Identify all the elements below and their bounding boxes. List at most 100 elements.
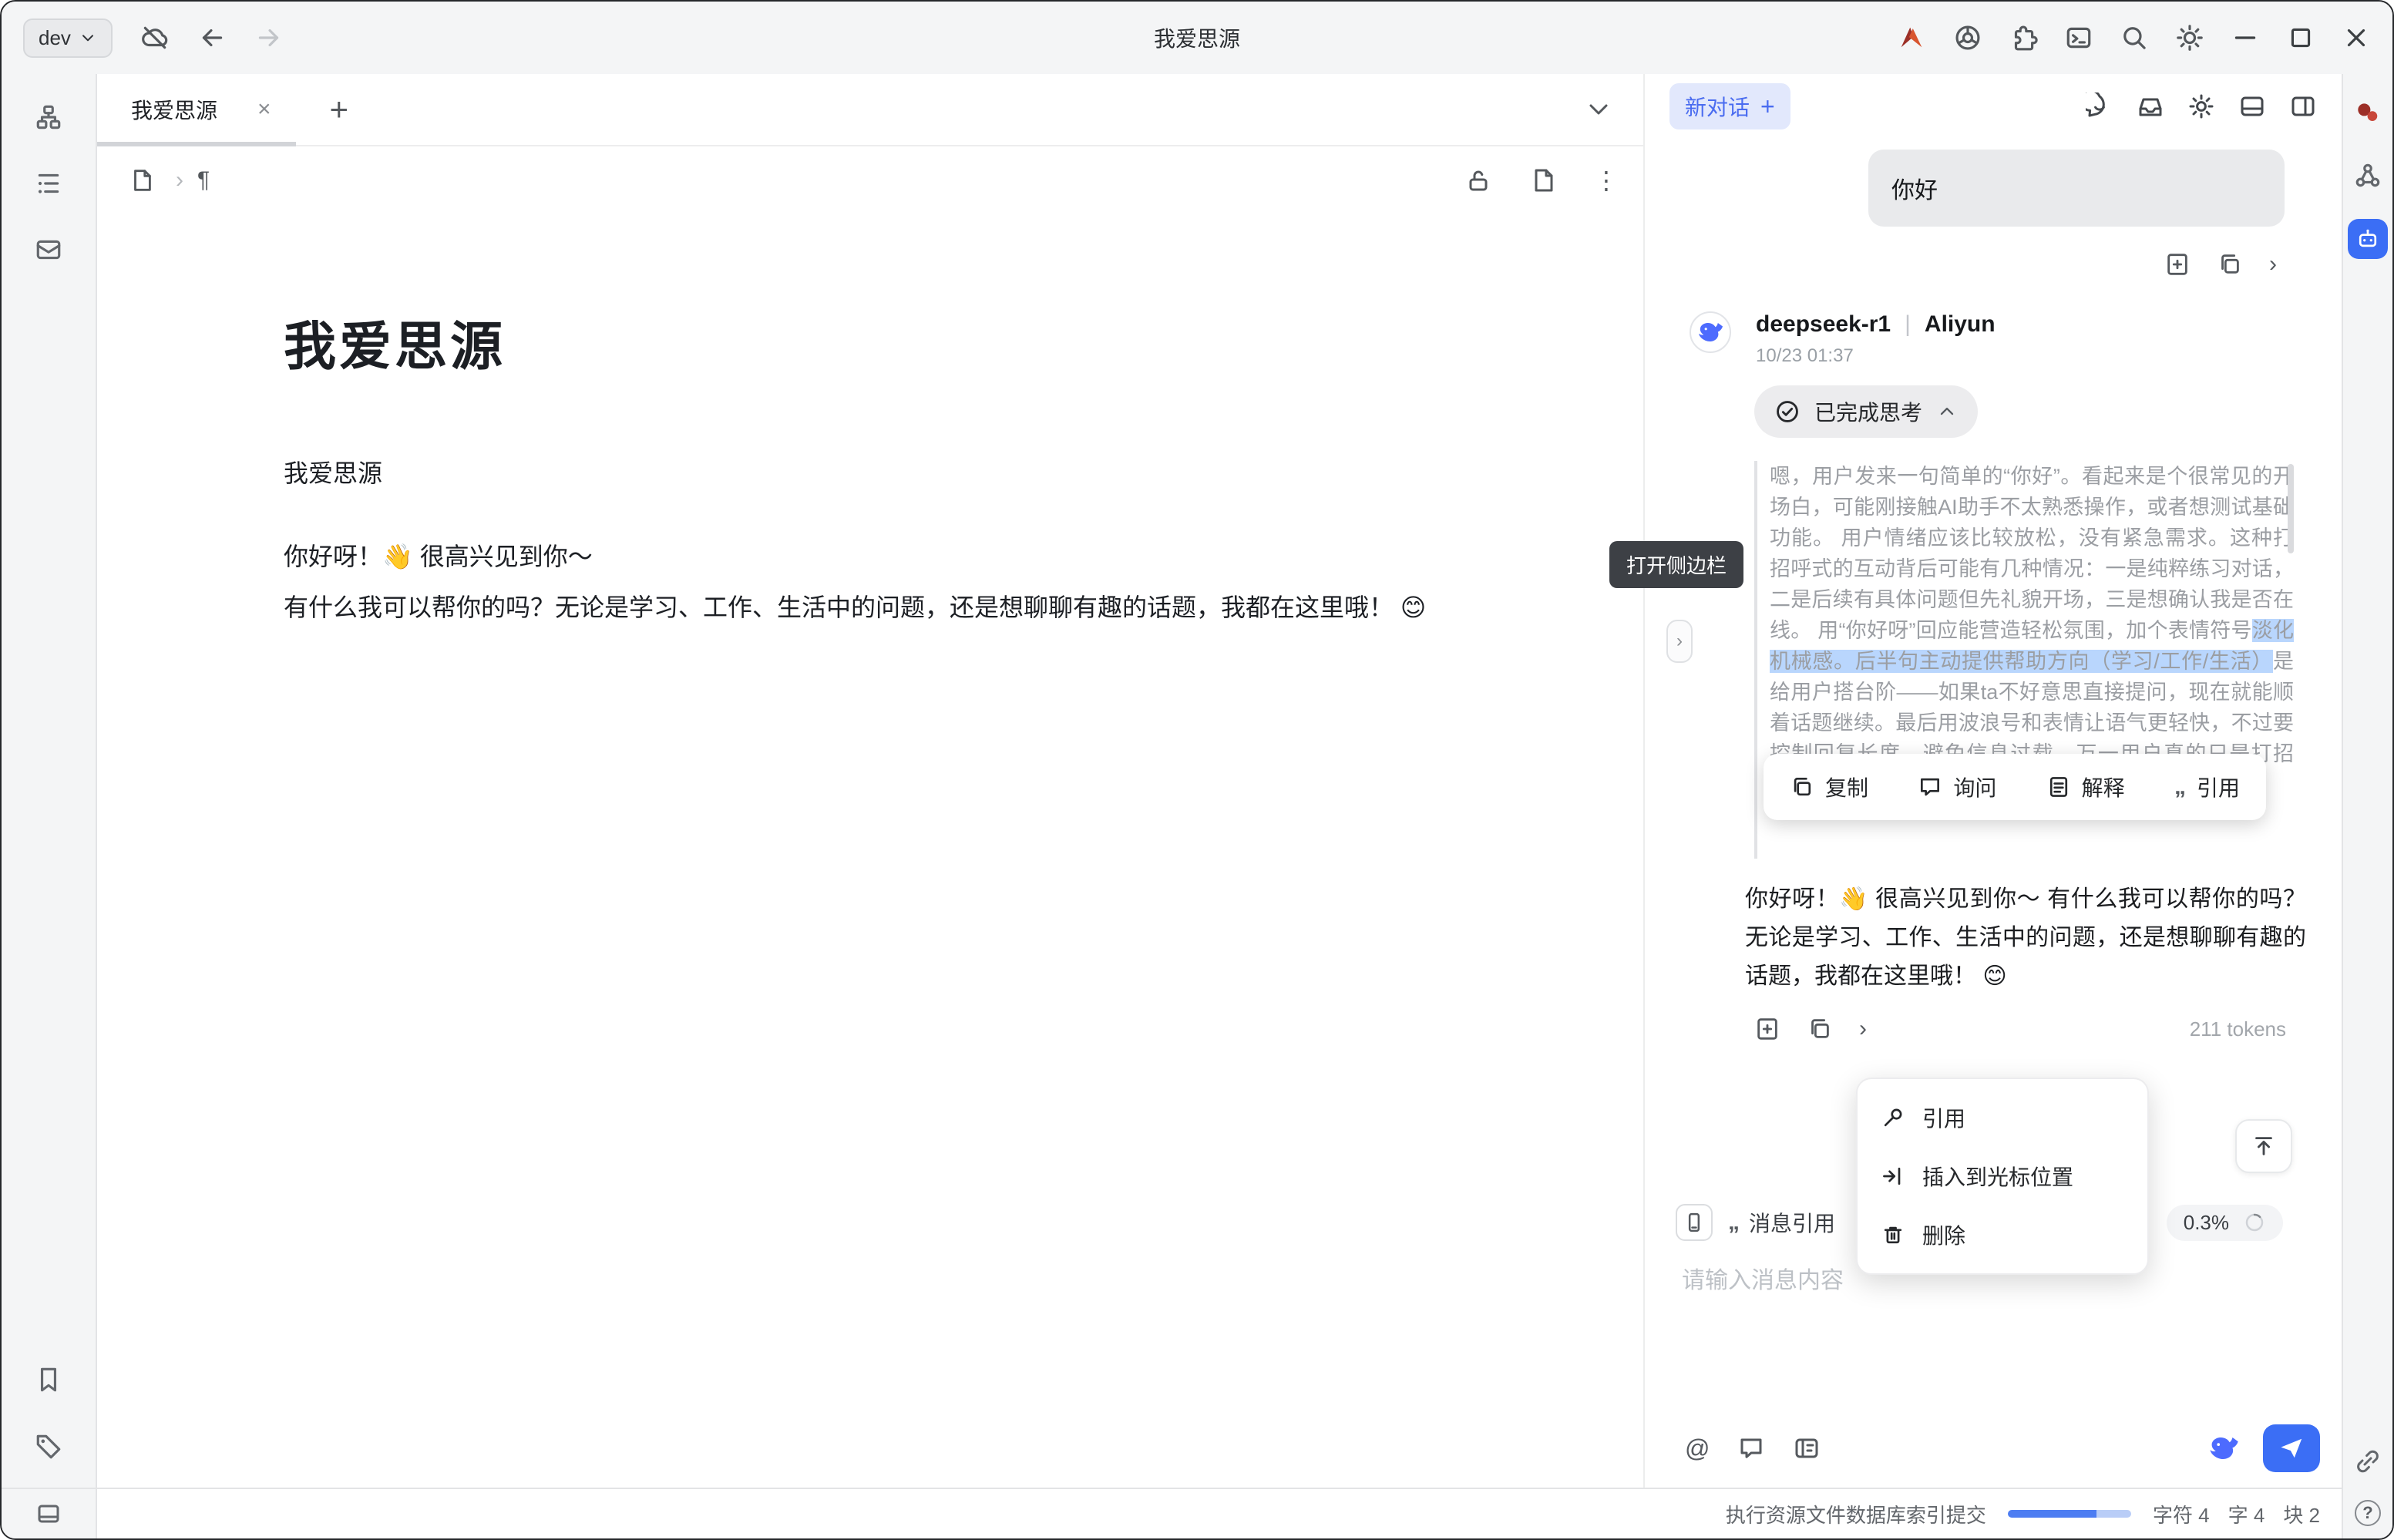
ask-bubble-icon [1918, 775, 1942, 799]
thinking-scrollbar[interactable] [2288, 464, 2294, 553]
mention-at-icon[interactable]: @ [1685, 1434, 1710, 1463]
back-arrow-icon[interactable] [197, 23, 227, 52]
expand-chevron-icon[interactable]: › [2269, 253, 2277, 276]
expand-chevron-icon[interactable]: › [1859, 1017, 1867, 1041]
token-count: 211 tokens [2190, 1017, 2286, 1041]
tab-active[interactable]: 我爱思源 × [97, 74, 296, 145]
assistant-response-actions: › 211 tokens [1754, 1016, 2286, 1042]
caret-down-icon [79, 29, 97, 47]
archive-tray-icon[interactable] [2137, 92, 2164, 120]
tab-list-chevron-icon[interactable] [1585, 96, 1612, 123]
quote-action-label: 引用 [2197, 772, 2240, 802]
copy-icon[interactable] [2217, 251, 2243, 277]
chat-history-icon[interactable] [2086, 92, 2113, 120]
editor-pane: 我爱思源 × + › ¶ [97, 74, 1643, 1488]
check-circle-icon [1774, 398, 1801, 425]
menu-item-quote-label: 引用 [1922, 1102, 1965, 1133]
quote-action[interactable]: „ 引用 [2174, 772, 2240, 802]
explain-action-label: 解释 [2082, 772, 2125, 802]
ai-chat-pane: 新对话 + [1663, 74, 2342, 1488]
right-dock: ? [2342, 74, 2392, 1538]
model-logo-icon[interactable] [2207, 1432, 2240, 1464]
breadcrumb-doc-icon[interactable] [122, 160, 162, 200]
unlock-icon[interactable] [1464, 166, 1492, 194]
main-row: 我爱思源 × + › ¶ [97, 74, 2342, 1488]
breadcrumb: › ¶ ⋮ [97, 146, 1643, 214]
breadcrumb-separator: › [176, 167, 183, 193]
help-icon[interactable]: ? [2355, 1500, 2381, 1526]
tag-icon[interactable] [24, 1421, 73, 1471]
cloud-sync-off-icon[interactable] [140, 23, 170, 52]
word-count: 字 4 [2228, 1500, 2265, 1528]
new-tab-button[interactable]: + [330, 91, 349, 128]
forward-arrow-icon[interactable] [254, 23, 284, 52]
splitter-handle[interactable]: › [1666, 620, 1693, 663]
ai-chat-panel-icon[interactable] [2348, 219, 2388, 259]
template-card-icon[interactable] [1793, 1434, 1821, 1462]
backlink-icon[interactable] [2348, 1441, 2388, 1481]
send-button[interactable] [2263, 1424, 2320, 1472]
minimize-button[interactable] [2231, 23, 2260, 52]
chat-header: 新对话 + [1663, 74, 2342, 139]
terminal-icon[interactable] [2064, 23, 2093, 52]
assistant-header: deepseek-r1 | Aliyun 10/23 01:37 [1679, 311, 2326, 367]
model-name: deepseek-r1 [1756, 311, 1891, 338]
left-dock [2, 74, 97, 1538]
selection-toolbar: 复制 询问 解释 „ 引用 [1764, 754, 2266, 820]
copy-action[interactable]: 复制 [1790, 772, 1868, 802]
context-percent: 0.3% [2184, 1211, 2229, 1235]
doc-tree-icon[interactable] [24, 92, 73, 142]
document-paragraph[interactable]: 我爱思源 [284, 454, 1505, 489]
inbox-icon[interactable] [24, 225, 73, 274]
dev-workspace-button[interactable]: dev [23, 18, 113, 58]
devtools-icon[interactable] [1953, 23, 1982, 52]
theme-sun-icon[interactable] [2175, 23, 2204, 52]
search-icon[interactable] [2120, 23, 2149, 52]
explain-doc-icon [2046, 775, 2071, 799]
plugin-colored-icon[interactable] [2348, 92, 2388, 133]
outline-icon[interactable] [24, 159, 73, 208]
menu-item-delete[interactable]: 删除 [1867, 1205, 2138, 1264]
paragraph-mark-icon[interactable]: ¶ [197, 167, 210, 193]
context-panel-icon[interactable] [1676, 1204, 1713, 1241]
thinking-toggle[interactable]: 已完成思考 [1754, 385, 1978, 438]
tab-close-icon[interactable]: × [257, 98, 271, 121]
document-paragraph[interactable]: 有什么我可以帮你的吗？无论是学习、工作、生活中的问题，还是想聊聊有趣的话题，我都… [284, 582, 1427, 633]
document-paragraph[interactable]: 你好呀！👋 很高兴见到你～ [284, 531, 1505, 582]
explain-action[interactable]: 解释 [2046, 772, 2125, 802]
tab-bar: 我爱思源 × + [97, 74, 1643, 146]
menu-item-quote[interactable]: 引用 [1867, 1088, 2138, 1147]
doc-info-icon[interactable] [1529, 166, 1557, 194]
tab-label: 我爱思源 [131, 94, 217, 125]
message-reference-chip[interactable]: „ 消息引用 [1728, 1207, 1835, 1238]
quote-icon: „ [2174, 780, 2186, 794]
save-to-doc-icon[interactable] [1754, 1016, 1780, 1042]
copy-icon[interactable] [1807, 1016, 1833, 1042]
user-message-bubble: 你好 [1868, 150, 2285, 227]
context-usage-indicator: 0.3% [2167, 1205, 2283, 1241]
close-button[interactable] [2342, 23, 2371, 52]
relation-graph-icon[interactable] [2348, 156, 2388, 196]
trash-icon [1881, 1222, 1905, 1247]
ask-action[interactable]: 询问 [1918, 772, 1996, 802]
settings-gear-icon[interactable] [2187, 92, 2215, 120]
prompt-bubble-icon[interactable] [1737, 1434, 1765, 1462]
menu-item-delete-label: 删除 [1922, 1219, 1965, 1250]
save-to-doc-icon[interactable] [2164, 251, 2191, 277]
more-options-icon[interactable]: ⋮ [1594, 166, 1619, 195]
layout-bottom-icon[interactable] [2238, 92, 2266, 120]
menu-item-insert-at-cursor[interactable]: 插入到光标位置 [1867, 1147, 2138, 1205]
bookmark-icon[interactable] [24, 1355, 73, 1404]
pane-splitter[interactable] [1643, 74, 1663, 1488]
new-chat-button[interactable]: 新对话 + [1669, 83, 1790, 129]
progress-ring-icon [2243, 1211, 2266, 1234]
status-task-text: 执行资源文件数据库索引提交 [1726, 1500, 1986, 1528]
extensions-puzzle-icon[interactable] [2009, 23, 2038, 52]
siyuan-dev-logo-icon[interactable] [1896, 22, 1927, 53]
layout-right-icon[interactable] [2289, 92, 2317, 120]
user-message-actions: › [1679, 251, 2277, 277]
maximize-button[interactable] [2286, 23, 2315, 52]
dock-panel-icon[interactable] [35, 1500, 62, 1528]
scroll-to-top-button[interactable] [2235, 1119, 2292, 1173]
document-title[interactable]: 我爱思源 [284, 304, 1505, 380]
